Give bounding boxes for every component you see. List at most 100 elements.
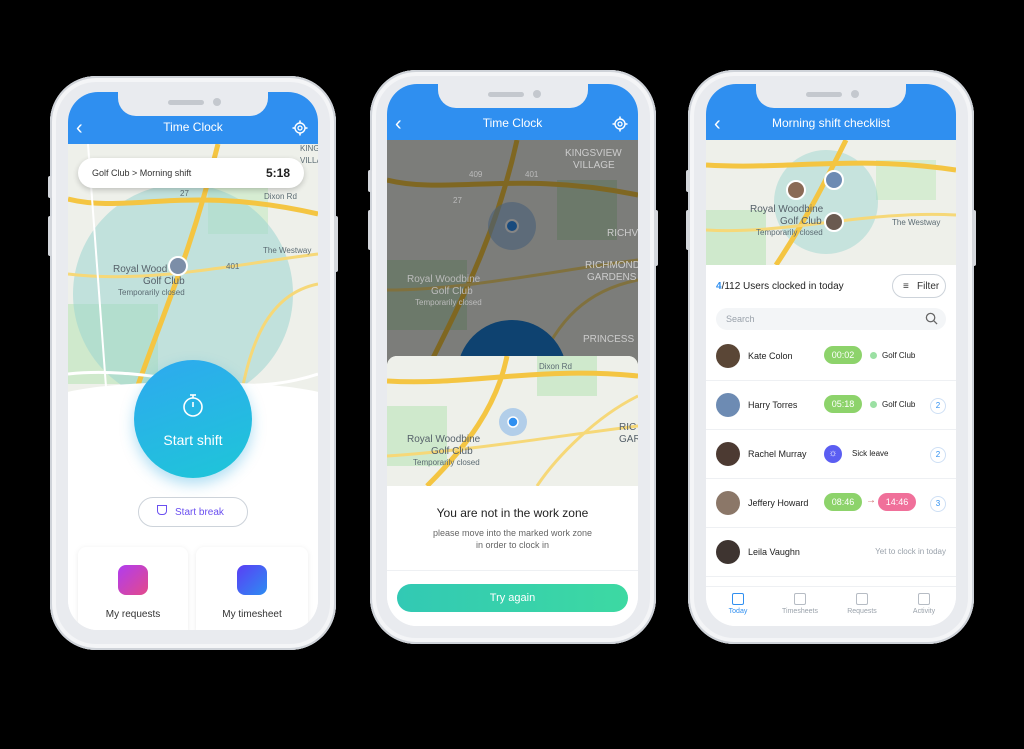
try-again-button[interactable]: Try again <box>397 584 628 612</box>
map-label: KINGS <box>300 144 318 153</box>
tab-requests[interactable]: Requests <box>832 593 892 615</box>
status: Yet to clock in today <box>875 547 946 556</box>
map-label: VILLAGE <box>573 160 615 171</box>
map-label: PRINCESS <box>583 334 635 345</box>
avatar[interactable] <box>824 212 844 232</box>
location-pill[interactable]: Golf Club > Morning shift 5:18 <box>78 158 304 188</box>
avatar[interactable] <box>786 180 806 200</box>
start-shift-label: Start shift <box>163 432 223 448</box>
map-label: Golf Club <box>143 276 185 287</box>
search-placeholder: Search <box>726 314 755 324</box>
map-label: Golf Club <box>780 216 822 227</box>
table-row[interactable]: Kate Colon 00:02 Golf Club <box>706 332 956 381</box>
avatar <box>716 540 740 564</box>
avatar[interactable] <box>824 170 844 190</box>
user-name: Leila Vaughn <box>748 547 800 557</box>
tab-timesheets[interactable]: Timesheets <box>770 593 830 615</box>
screen: ‹ Time Clock Royal Wood Golf Club Tempor… <box>68 92 318 630</box>
map[interactable]: KINGSVIEW VILLAGE RICHV RICHMOND GARDENS… <box>387 140 638 370</box>
avatar <box>716 344 740 368</box>
map-label: 401 <box>226 262 240 271</box>
map-label: Dixon Rd <box>264 192 297 201</box>
map-label: Royal Wood <box>113 264 168 275</box>
card-label: My timesheet <box>222 609 282 620</box>
start-break-label: Start break <box>175 507 224 518</box>
user-name: Jeffery Howard <box>748 498 809 508</box>
search-input[interactable]: Search <box>716 308 946 330</box>
table-row[interactable]: Jeffery Howard 08:46 → 14:46 3 <box>706 479 956 528</box>
location-label: Golf Club > Morning shift <box>92 168 192 178</box>
page-title: Morning shift checklist <box>771 116 891 130</box>
map-label: 401 <box>525 170 539 179</box>
map-label: The Westway <box>263 246 312 255</box>
map-label: The Westway <box>892 218 941 227</box>
my-requests-card[interactable]: My requests <box>78 547 188 630</box>
requests-icon <box>856 593 868 605</box>
message-title: You are not in the work zone <box>436 506 589 520</box>
map-label: GAR <box>619 434 638 445</box>
table-row[interactable]: Leila Vaughn Yet to clock in today <box>706 528 956 577</box>
shift-timer: 5:18 <box>265 166 290 180</box>
clock-in-time: 08:46 <box>824 493 862 511</box>
table-row[interactable]: Harry Torres 05:18 Golf Club 2 <box>706 381 956 430</box>
clock-out-time: 14:46 <box>878 493 916 511</box>
user-name: Harry Torres <box>748 400 798 410</box>
map-label: Golf Club <box>431 286 473 297</box>
gear-icon[interactable] <box>612 116 628 132</box>
stage: ‹ Time Clock Royal Wood Golf Club Tempor… <box>0 0 1024 749</box>
map-label: 27 <box>453 196 462 205</box>
stopwatch-icon <box>183 394 203 417</box>
map-label: Royal Woodbine <box>407 434 481 445</box>
filter-label: Filter <box>917 281 940 292</box>
avatar[interactable] <box>168 256 188 276</box>
avatar <box>716 491 740 515</box>
calendar-icon <box>732 593 744 605</box>
location: Golf Club <box>870 351 915 360</box>
count-badge: 2 <box>930 447 946 463</box>
arrow-right-icon: → <box>866 495 876 506</box>
map[interactable]: Royal Woodbine Golf Club Temporarily clo… <box>706 140 956 265</box>
map-label: Royal Woodbine <box>750 204 824 215</box>
my-timesheet-card[interactable]: My timesheet <box>196 547 308 630</box>
map-label: Temporarily closed <box>756 228 823 237</box>
map-label: RICHMOND <box>585 260 638 271</box>
screen: ‹ Time Clock KINGSVIEW VILLAGE RICHV RIC… <box>387 84 638 626</box>
page-title: Time Clock <box>482 116 543 130</box>
filter-button[interactable]: ≡ Filter <box>892 274 946 298</box>
sick-icon: ☼ <box>824 445 842 463</box>
card-label: My requests <box>105 609 161 620</box>
tab-today[interactable]: Today <box>708 593 768 615</box>
phone-time-clock: ‹ Time Clock Royal Wood Golf Club Tempor… <box>48 76 338 650</box>
map-label: GARDENS <box>587 272 637 283</box>
divider <box>387 570 638 571</box>
map-label: Temporarily closed <box>118 288 185 297</box>
map-label: RICHV <box>607 228 638 239</box>
map-label: Golf Club <box>431 446 473 457</box>
screen: ‹ Morning shift checklist Royal Woodbine… <box>706 84 956 626</box>
start-shift-button[interactable]: Start shift <box>134 360 252 478</box>
message-body: please move into the marked work zone <box>432 528 593 538</box>
calendar-icon <box>237 565 267 595</box>
filter-icon: ≡ <box>903 281 909 292</box>
count-badge: 3 <box>930 496 946 512</box>
clock-time: 05:18 <box>824 395 862 413</box>
table-row[interactable]: Rachel Murray ☼ Sick leave 2 <box>706 430 956 479</box>
coffee-icon <box>157 505 167 515</box>
map-label: 27 <box>180 189 189 198</box>
user-name: Rachel Murray <box>748 449 807 459</box>
tab-bar: Today Timesheets Requests Activity <box>706 586 956 626</box>
avatar <box>716 393 740 417</box>
not-in-zone-sheet: Royal Woodbine Golf Club Temporarily clo… <box>387 356 638 626</box>
user-name: Kate Colon <box>748 351 793 361</box>
clocked-in-total: /112 Users clocked in today <box>721 281 844 292</box>
gear-icon[interactable] <box>292 120 308 136</box>
clock-time: 00:02 <box>824 346 862 364</box>
page-title: Time Clock <box>163 120 223 134</box>
message-body: in order to clock in <box>475 540 550 550</box>
start-break-button[interactable]: Start break <box>138 497 248 527</box>
tab-activity[interactable]: Activity <box>894 593 954 615</box>
map-preview: Royal Woodbine Golf Club Temporarily clo… <box>387 356 638 486</box>
map-label: Royal Woodbine <box>407 274 481 285</box>
count-badge: 2 <box>930 398 946 414</box>
map-label: RIC <box>619 422 637 433</box>
